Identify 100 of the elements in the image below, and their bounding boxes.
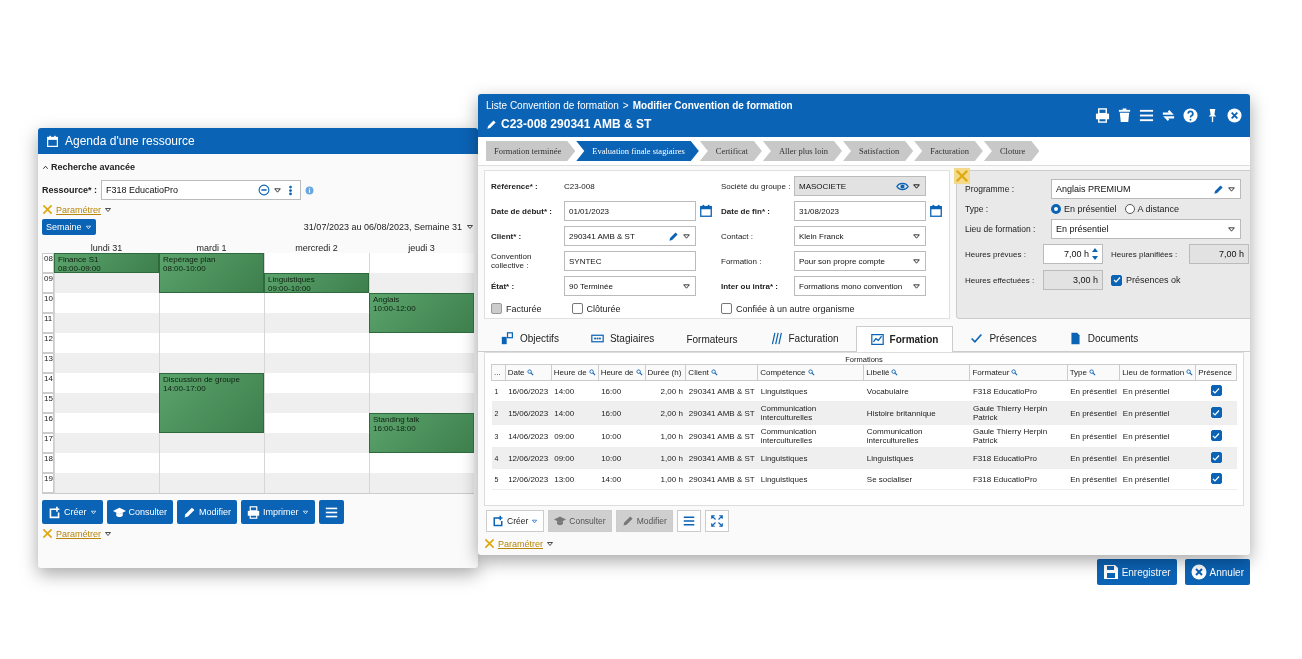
caret-icon[interactable] [546, 539, 554, 548]
caret-icon[interactable] [104, 205, 112, 214]
dropdown[interactable]: Formations mono convention [794, 276, 926, 296]
column-header[interactable]: Présence [1195, 364, 1237, 381]
workflow-step[interactable]: Aller plus loin [762, 141, 843, 161]
dropdown[interactable]: Pour son propre compte [794, 251, 926, 271]
search-toggle[interactable]: Recherche avancée [51, 162, 136, 172]
expand-button[interactable] [704, 510, 729, 532]
column-header[interactable]: Formateur [969, 364, 1068, 381]
caret-icon[interactable] [104, 529, 112, 538]
checkbox[interactable] [1210, 430, 1222, 442]
workflow-step[interactable]: Certificat [699, 141, 762, 161]
checkbox[interactable] [1210, 385, 1222, 397]
cancel-button[interactable]: Annuler [1184, 559, 1250, 585]
checkbox[interactable] [1210, 407, 1222, 419]
caret-icon[interactable] [1227, 224, 1236, 234]
calendar-event[interactable]: Finance S1 08:00-09:00 [54, 253, 159, 273]
date-field[interactable]: 31/08/2023 [794, 201, 926, 221]
calendar-event[interactable]: Anglais 10:00-12:00 [369, 293, 474, 333]
workflow-step[interactable]: Satisfaction [843, 141, 914, 161]
caret-icon[interactable] [42, 163, 49, 171]
caret-icon[interactable] [682, 281, 691, 291]
checkbox[interactable] [571, 303, 583, 314]
pencil-icon[interactable] [668, 230, 679, 242]
column-header[interactable]: Libellé [863, 364, 970, 381]
breadcrumb-link[interactable]: Liste Convention de formation [486, 100, 619, 111]
column-header[interactable]: Type [1067, 364, 1120, 381]
checkbox[interactable] [1210, 452, 1222, 464]
resource-field[interactable]: F318 EducatioPro [101, 180, 302, 200]
input-field[interactable]: SYNTEC [564, 251, 696, 271]
checkbox[interactable] [1111, 274, 1122, 286]
menu-button[interactable] [676, 510, 701, 532]
refresh-icon[interactable] [1161, 108, 1176, 123]
workflow-step[interactable]: Evaluation finale stagiaires [576, 141, 699, 161]
record-title: C23-008 290341 AMB & ST [501, 117, 652, 131]
dropdown[interactable]: MASOCIETE [794, 176, 926, 196]
radio-button[interactable] [1051, 204, 1061, 214]
dropdown[interactable]: Klein Franck [794, 226, 926, 246]
dropdown[interactable]: 90 Terminée [564, 276, 696, 296]
clear-icon[interactable] [258, 184, 271, 196]
spinner-icon[interactable] [1092, 247, 1098, 261]
action-button[interactable]: Créer [42, 500, 103, 524]
calendar-event[interactable]: Linguistiques 09:00-10:00 [264, 273, 369, 293]
calendar-event[interactable]: Repérage plan 08:00-10:00 [159, 253, 264, 293]
menu-button[interactable] [318, 500, 344, 524]
column-header[interactable]: Heure de [598, 364, 646, 381]
tab[interactable]: Objectifs [486, 325, 574, 351]
column-header[interactable]: Client [685, 364, 758, 381]
dropdown[interactable]: Anglais PREMIUM [1051, 179, 1241, 199]
dropdown[interactable]: En présentiel [1051, 219, 1241, 239]
tab[interactable]: Présences [955, 325, 1052, 351]
dropdown[interactable]: 290341 AMB & ST [564, 226, 696, 246]
workflow-step[interactable]: Facturation [914, 141, 983, 161]
trash-icon[interactable] [1117, 108, 1132, 123]
toolbar-button[interactable]: Créer [486, 510, 545, 532]
caret-icon[interactable] [466, 223, 474, 231]
calendar-event[interactable]: Discussion de groupe 14:00-17:00 [159, 373, 264, 433]
close-icon[interactable] [1227, 108, 1242, 123]
calendar-icon[interactable] [929, 204, 943, 218]
number-field[interactable]: 7,00 h [1043, 244, 1103, 264]
action-button[interactable]: Modifier [177, 500, 238, 524]
calendar-event[interactable]: Standing talk 16:00-18:00 [369, 413, 474, 453]
column-header[interactable]: Lieu de formation [1119, 364, 1196, 381]
action-button[interactable]: Consulter [106, 500, 174, 524]
save-button[interactable]: Enregistrer [1096, 559, 1177, 585]
printer-icon[interactable] [1095, 108, 1110, 123]
tab[interactable]: Documents [1053, 325, 1154, 351]
caret-icon[interactable] [912, 181, 921, 191]
caret-icon[interactable] [912, 281, 921, 291]
date-field[interactable]: 01/01/2023 [564, 201, 696, 221]
table-cell: 16:00 [598, 401, 646, 425]
tab[interactable]: Formation [855, 326, 954, 352]
caret-icon[interactable] [1227, 184, 1236, 194]
caret-icon[interactable] [912, 231, 921, 241]
caret-icon[interactable] [273, 185, 283, 195]
week-view-button[interactable]: Semaine [42, 219, 96, 235]
tab[interactable]: Formateurs [671, 327, 753, 351]
readonly-field[interactable]: 3,00 h [1043, 270, 1103, 290]
radio-button[interactable] [1124, 204, 1135, 214]
pencil-icon[interactable] [1213, 183, 1224, 195]
readonly-field[interactable]: 7,00 h [1189, 244, 1249, 264]
column-header[interactable]: Durée (h) [645, 364, 686, 381]
tab[interactable]: Facturation [754, 325, 854, 351]
checkbox[interactable] [1210, 473, 1222, 485]
checkbox[interactable] [721, 303, 732, 314]
column-header[interactable]: Compétence [757, 364, 864, 381]
workflow-step[interactable]: Formation terminée [486, 141, 576, 161]
column-header[interactable]: Date [505, 364, 552, 381]
calendar-icon[interactable] [699, 204, 713, 218]
workflow-step[interactable]: Cloture [983, 141, 1040, 161]
column-header[interactable]: Heure de [551, 364, 599, 381]
help-icon[interactable] [1183, 108, 1198, 123]
action-button[interactable]: Imprimer [241, 500, 315, 524]
menu-icon[interactable] [1139, 108, 1154, 123]
caret-icon[interactable] [682, 231, 691, 241]
column-header[interactable]: ... [491, 364, 506, 381]
caret-icon[interactable] [912, 256, 921, 266]
tab[interactable]: Stagiaires [575, 325, 670, 351]
check-icon [1112, 276, 1121, 284]
day-header: mardi 1 [195, 243, 228, 253]
